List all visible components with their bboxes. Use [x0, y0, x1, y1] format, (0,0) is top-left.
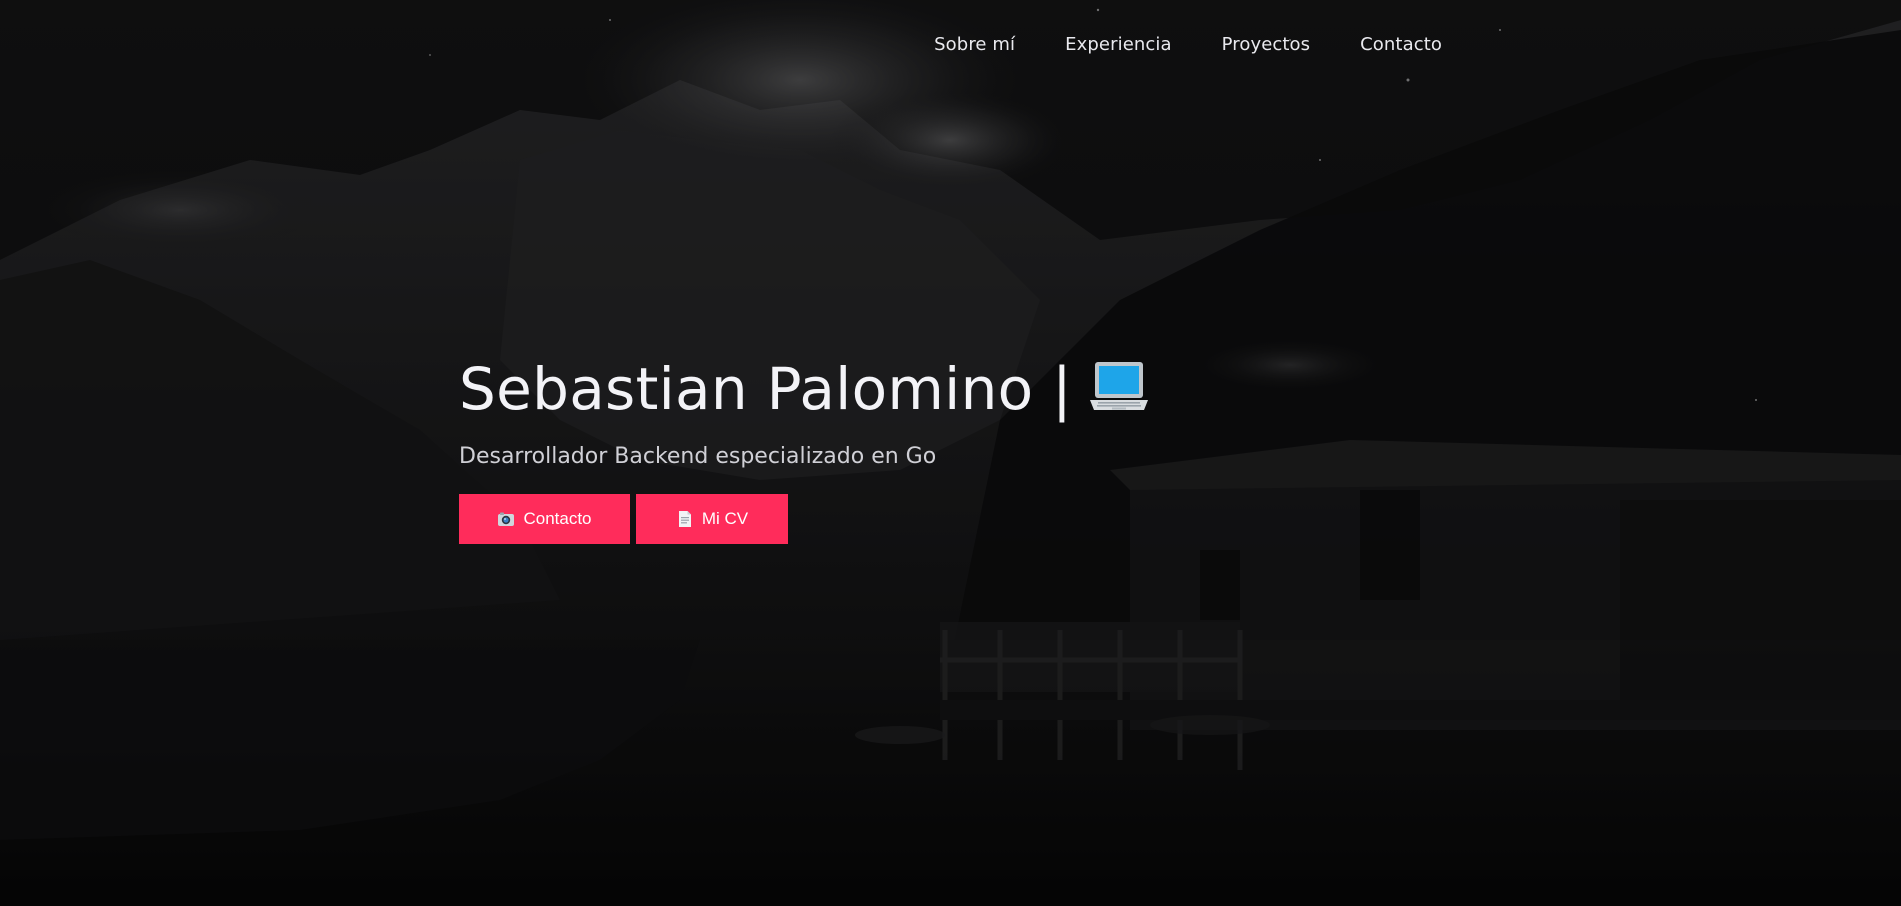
cv-button-label: Mi CV — [701, 509, 749, 528]
document-icon — [676, 510, 694, 528]
hero-buttons: Contacto Mi CV — [459, 494, 1152, 544]
nav-link-sobre-mi[interactable]: Sobre mí — [934, 34, 1015, 55]
nav-link-experiencia[interactable]: Experiencia — [1065, 34, 1171, 55]
top-nav: Sobre mí Experiencia Proyectos Contacto — [0, 34, 1442, 55]
page-title: Sebastian Palomino | — [459, 355, 1073, 423]
subtitle: Desarrollador Backend especializado en G… — [459, 444, 937, 469]
hero-section: Sobre mí Experiencia Proyectos Contacto … — [0, 0, 1901, 906]
contact-button-label: Contacto — [523, 509, 592, 528]
title-row: Sebastian Palomino | — [459, 348, 1152, 430]
nav-link-contacto[interactable]: Contacto — [1360, 34, 1442, 55]
cv-button[interactable]: Mi CV — [636, 494, 788, 544]
hero-content: Sebastian Palomino | Desarrollador Backe… — [459, 348, 1152, 544]
nav-link-proyectos[interactable]: Proyectos — [1222, 34, 1311, 55]
camera-icon — [497, 510, 515, 528]
laptop-icon — [1086, 356, 1152, 422]
contact-button[interactable]: Contacto — [459, 494, 630, 544]
